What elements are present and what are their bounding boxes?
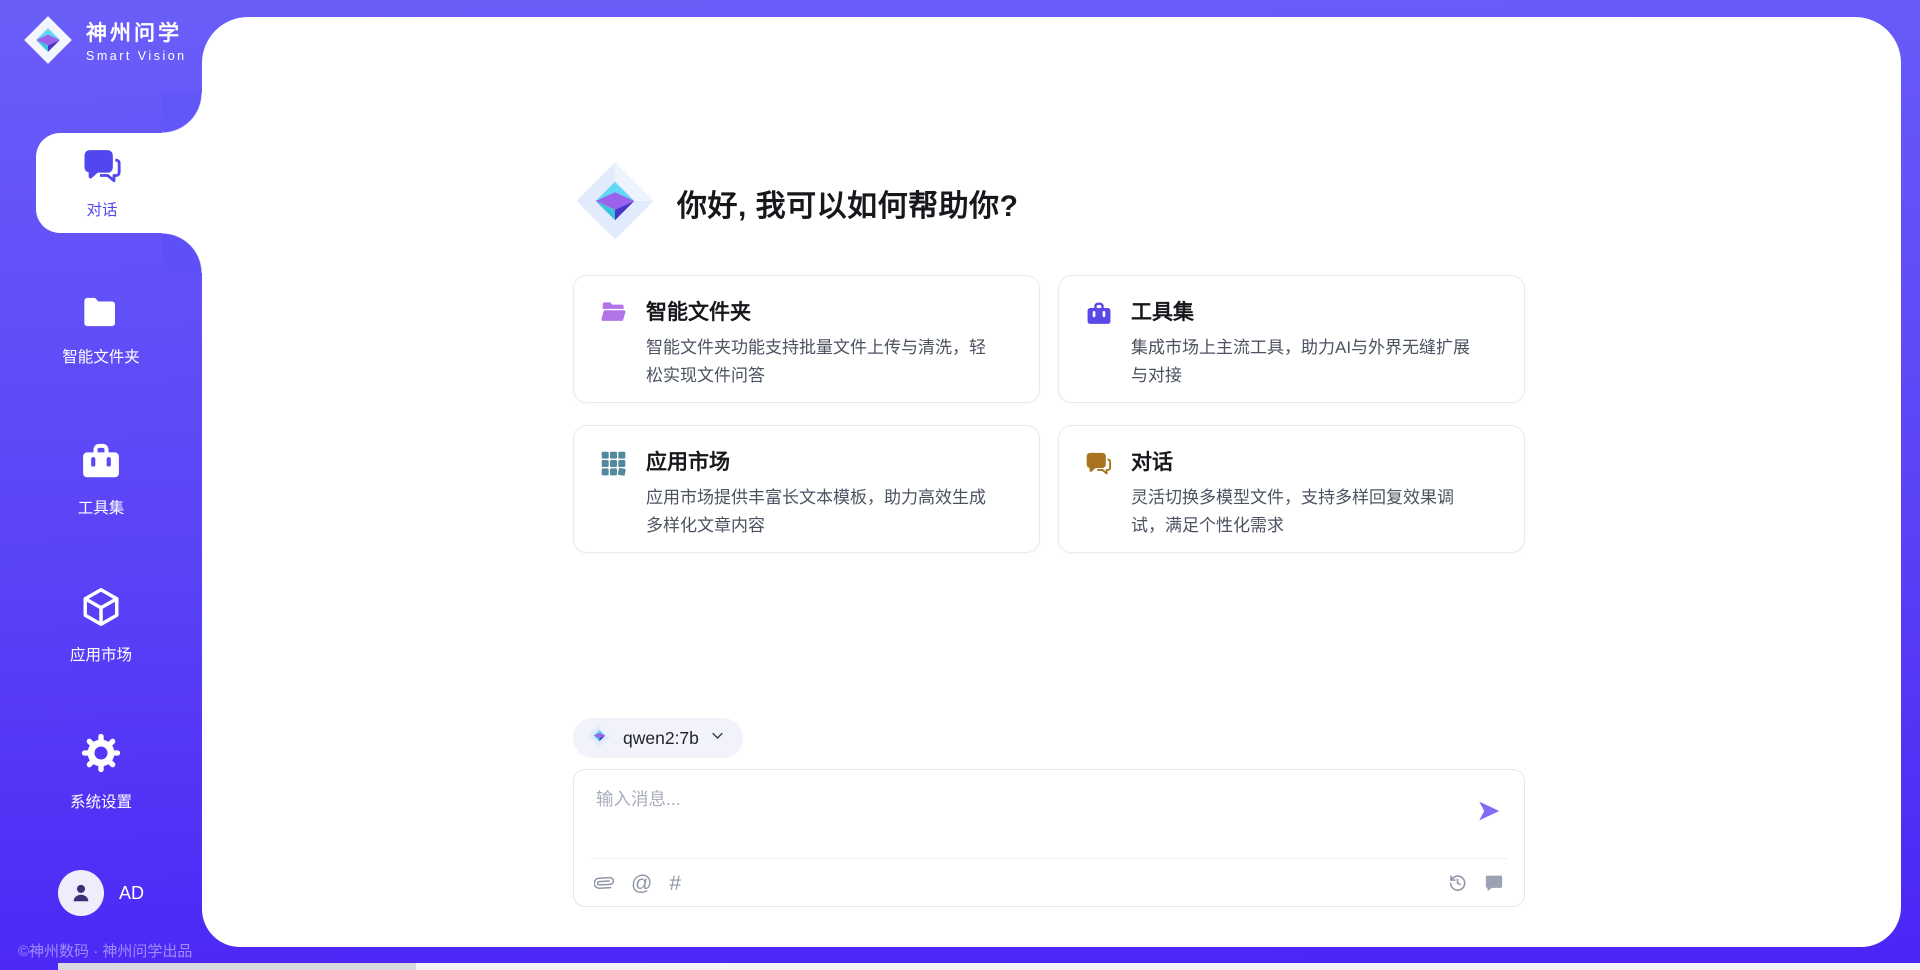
- sidebar: 神州问学 Smart Vision 对话 智能文件夹: [0, 0, 202, 970]
- hash-icon: #: [669, 873, 681, 894]
- send-icon: [1476, 798, 1502, 824]
- gem-diamond-icon: [573, 159, 657, 248]
- tab-fillet-top: [162, 93, 202, 133]
- sidebar-footer: ©神州数码 · 神州问学出品: [18, 940, 192, 961]
- chat-bubbles-icon: [1085, 450, 1112, 482]
- sidebar-item-chat[interactable]: 对话: [36, 133, 202, 233]
- chat-bubbles-icon: [82, 146, 122, 191]
- card-chat[interactable]: 对话 灵活切换多模型文件，支持多样回复效果调试，满足个性化需求: [1058, 425, 1525, 553]
- model-logo-icon: [587, 723, 612, 753]
- user-profile[interactable]: AD: [0, 870, 202, 916]
- briefcase-icon: [1085, 300, 1113, 332]
- sidebar-item-toolset[interactable]: 工具集: [0, 440, 202, 518]
- attach-button[interactable]: [594, 872, 614, 894]
- sidebar-item-settings[interactable]: 系统设置: [0, 730, 202, 812]
- card-title: 应用市场: [646, 446, 730, 476]
- grid-icon: [600, 450, 627, 482]
- gear-icon: [78, 730, 124, 781]
- card-description: 应用市场提供丰富长文本模板，助力高效生成多样化文章内容: [646, 484, 997, 540]
- card-description: 灵活切换多模型文件，支持多样回复效果调试，满足个性化需求: [1131, 484, 1482, 540]
- history-icon: [1447, 872, 1468, 893]
- brand-name: 神州问学: [86, 22, 187, 46]
- feature-cards: 智能文件夹 智能文件夹功能支持批量文件上传与清洗，轻松实现文件问答 工具集 集成…: [573, 275, 1525, 553]
- sidebar-item-label: 应用市场: [70, 643, 132, 665]
- brand-logo-icon: [22, 14, 74, 71]
- message-input[interactable]: [594, 784, 1428, 846]
- model-selector[interactable]: qwen2:7b: [573, 718, 743, 758]
- sidebar-item-app-market[interactable]: 应用市场: [0, 585, 202, 665]
- hash-button[interactable]: #: [669, 873, 681, 894]
- composer-tools-right: [1447, 872, 1504, 893]
- card-description: 集成市场上主流工具，助力AI与外界无缝扩展与对接: [1131, 334, 1482, 390]
- brand-subtitle: Smart Vision: [86, 49, 187, 63]
- mention-icon: @: [631, 873, 652, 894]
- main-panel: 你好, 我可以如何帮助你? 智能文件夹 智能文件夹功能支持批量文件上传与清洗，轻…: [202, 17, 1901, 947]
- app-background: 神州问学 Smart Vision 对话 智能文件夹: [0, 0, 1920, 970]
- composer: @ #: [573, 769, 1525, 907]
- person-icon: [68, 880, 94, 906]
- horizontal-scrollbar[interactable]: [58, 963, 1920, 970]
- cube-icon: [79, 585, 123, 634]
- user-initials: AD: [119, 883, 144, 904]
- card-toolset[interactable]: 工具集 集成市场上主流工具，助力AI与外界无缝扩展与对接: [1058, 275, 1525, 403]
- scrollbar-thumb[interactable]: [58, 963, 416, 970]
- chevron-down-icon: [710, 728, 725, 748]
- composer-tools-left: @ #: [594, 872, 681, 894]
- avatar: [58, 870, 104, 916]
- sidebar-item-label: 系统设置: [70, 790, 132, 812]
- sidebar-item-label: 智能文件夹: [62, 345, 140, 367]
- card-title: 对话: [1131, 446, 1173, 476]
- greeting-title: 你好, 我可以如何帮助你?: [677, 181, 1019, 225]
- folder-icon: [81, 295, 121, 336]
- paperclip-icon: [594, 872, 614, 894]
- tab-fillet-bottom: [162, 233, 202, 273]
- card-title: 工具集: [1131, 296, 1194, 326]
- card-app-market[interactable]: 应用市场 应用市场提供丰富长文本模板，助力高效生成多样化文章内容: [573, 425, 1040, 553]
- sidebar-item-label: 对话: [86, 198, 117, 220]
- folder-open-icon: [600, 300, 628, 330]
- card-smart-folder[interactable]: 智能文件夹 智能文件夹功能支持批量文件上传与清洗，轻松实现文件问答: [573, 275, 1040, 403]
- greeting: 你好, 我可以如何帮助你?: [573, 161, 1019, 245]
- composer-divider: [590, 858, 1508, 859]
- brand: 神州问学 Smart Vision: [22, 14, 187, 71]
- send-button[interactable]: [1476, 798, 1502, 824]
- history-button[interactable]: [1447, 872, 1468, 893]
- model-name: qwen2:7b: [623, 728, 699, 749]
- sidebar-item-label: 工具集: [78, 496, 125, 518]
- mention-button[interactable]: @: [631, 873, 652, 894]
- card-description: 智能文件夹功能支持批量文件上传与清洗，轻松实现文件问答: [646, 334, 997, 390]
- toolbox-icon: [79, 440, 123, 487]
- chat-bubble-button[interactable]: [1484, 873, 1504, 893]
- chat-bubble-icon: [1484, 873, 1504, 893]
- card-title: 智能文件夹: [646, 296, 751, 326]
- sidebar-item-smart-folder[interactable]: 智能文件夹: [0, 295, 202, 367]
